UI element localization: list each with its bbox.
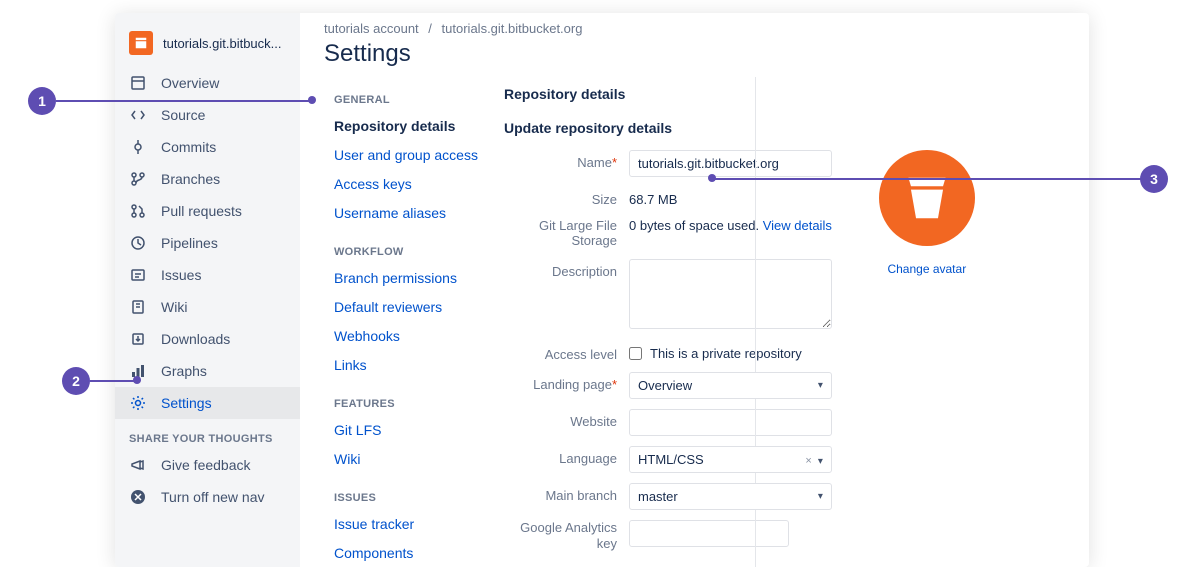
- settings-nav: GENERAL Repository details User and grou…: [324, 82, 484, 567]
- label-language: Language: [504, 446, 629, 467]
- lfs-value: 0 bytes of space used.: [629, 218, 763, 233]
- ga-key-input[interactable]: [629, 520, 789, 547]
- share-thoughts-label: SHARE YOUR THOUGHTS: [115, 419, 300, 449]
- label-name: Name: [577, 155, 612, 170]
- label-lfs: Git Large File Storage: [504, 218, 629, 249]
- description-textarea[interactable]: [629, 259, 832, 329]
- branch-select[interactable]: master▾: [629, 483, 832, 510]
- clear-icon[interactable]: ×: [805, 455, 811, 467]
- breadcrumb-account[interactable]: tutorials account: [324, 21, 419, 36]
- pullrequests-icon: [129, 202, 147, 220]
- nav-feedback[interactable]: Give feedback: [115, 449, 300, 481]
- label-access: Access level: [504, 342, 629, 363]
- nav-settings[interactable]: Settings: [115, 387, 300, 419]
- lfs-view-details-link[interactable]: View details: [763, 218, 832, 233]
- settings-access-keys[interactable]: Access keys: [334, 170, 484, 199]
- annotation-1: 1: [28, 87, 56, 115]
- section-title: Repository details: [504, 86, 992, 102]
- settings-webhooks[interactable]: Webhooks: [334, 322, 484, 351]
- repo-avatar-small: [129, 31, 153, 55]
- settings-issue-tracker[interactable]: Issue tracker: [334, 510, 484, 539]
- commits-icon: [129, 138, 147, 156]
- breadcrumb: tutorials account / tutorials.git.bitbuc…: [324, 21, 1065, 36]
- label-size: Size: [504, 187, 629, 208]
- chevron-down-icon: ▾: [818, 380, 823, 391]
- annotation-2: 2: [62, 367, 90, 395]
- megaphone-icon: [129, 456, 147, 474]
- gear-icon: [129, 394, 147, 412]
- label-ga: Google Analytics key: [504, 520, 629, 551]
- settings-git-lfs[interactable]: Git LFS: [334, 416, 484, 445]
- private-label: This is a private repository: [650, 346, 802, 361]
- nav-pipelines[interactable]: Pipelines: [115, 227, 300, 259]
- group-general: GENERAL: [334, 94, 484, 106]
- label-landing: Landing page: [533, 377, 612, 392]
- chevron-down-icon: ▾: [818, 456, 823, 467]
- repo-header: tutorials.git.bitbuck...: [115, 25, 300, 67]
- source-icon: [129, 106, 147, 124]
- close-icon: [129, 488, 147, 506]
- nav-overview[interactable]: Overview: [115, 67, 300, 99]
- nav-source[interactable]: Source: [115, 99, 300, 131]
- label-branch: Main branch: [504, 483, 629, 504]
- downloads-icon: [129, 330, 147, 348]
- settings-username-aliases[interactable]: Username aliases: [334, 199, 484, 228]
- change-avatar-link[interactable]: Change avatar: [887, 262, 966, 276]
- group-workflow: WORKFLOW: [334, 246, 484, 258]
- private-checkbox[interactable]: [629, 347, 642, 360]
- settings-components[interactable]: Components: [334, 539, 484, 567]
- chevron-down-icon: ▾: [818, 491, 823, 502]
- settings-links[interactable]: Links: [334, 351, 484, 380]
- pipelines-icon: [129, 234, 147, 252]
- label-website: Website: [504, 409, 629, 430]
- page-title: Settings: [324, 40, 1065, 68]
- settings-repository-details[interactable]: Repository details: [334, 112, 484, 141]
- label-description: Description: [504, 259, 629, 280]
- nav-issues[interactable]: Issues: [115, 259, 300, 291]
- landing-select[interactable]: Overview▾: [629, 372, 832, 399]
- settings-branch-permissions[interactable]: Branch permissions: [334, 264, 484, 293]
- breadcrumb-repo[interactable]: tutorials.git.bitbucket.org: [442, 21, 583, 36]
- repo-name: tutorials.git.bitbuck...: [163, 36, 282, 51]
- settings-user-group-access[interactable]: User and group access: [334, 141, 484, 170]
- branches-icon: [129, 170, 147, 188]
- repo-sidebar: tutorials.git.bitbuck... Overview Source…: [115, 13, 300, 567]
- main-panel: Repository details Update repository det…: [484, 82, 992, 567]
- size-value: 68.7 MB: [629, 187, 832, 207]
- nav-wiki[interactable]: Wiki: [115, 291, 300, 323]
- repo-avatar-large: [879, 150, 975, 246]
- language-select[interactable]: HTML/CSS×▾: [629, 446, 832, 473]
- nav-turnoff[interactable]: Turn off new nav: [115, 481, 300, 513]
- nav-branches[interactable]: Branches: [115, 163, 300, 195]
- name-input[interactable]: [629, 150, 832, 177]
- subsection-title: Update repository details: [504, 120, 992, 136]
- nav-pullrequests[interactable]: Pull requests: [115, 195, 300, 227]
- nav-commits[interactable]: Commits: [115, 131, 300, 163]
- content-area: tutorials account / tutorials.git.bitbuc…: [300, 13, 1089, 567]
- settings-wiki[interactable]: Wiki: [334, 445, 484, 474]
- annotation-3: 3: [1140, 165, 1168, 193]
- wiki-icon: [129, 298, 147, 316]
- nav-downloads[interactable]: Downloads: [115, 323, 300, 355]
- issues-icon: [129, 266, 147, 284]
- website-input[interactable]: [629, 409, 832, 436]
- settings-default-reviewers[interactable]: Default reviewers: [334, 293, 484, 322]
- group-features: FEATURES: [334, 398, 484, 410]
- nav-graphs[interactable]: Graphs: [115, 355, 300, 387]
- group-issues: ISSUES: [334, 492, 484, 504]
- overview-icon: [129, 74, 147, 92]
